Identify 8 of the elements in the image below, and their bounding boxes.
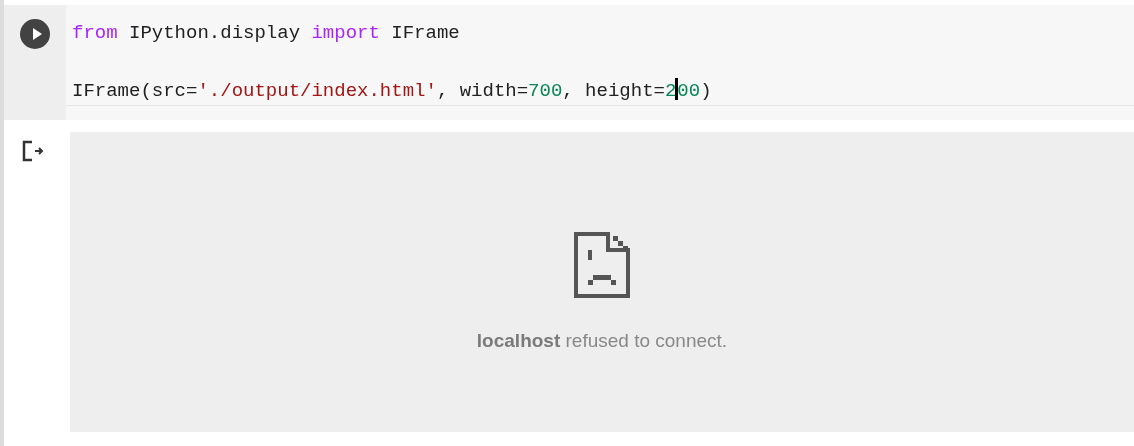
error-message: localhost refused to connect. bbox=[476, 330, 728, 352]
code-line: from IPython.display import IFrame bbox=[72, 21, 461, 45]
text-cursor bbox=[675, 78, 679, 100]
code-line: IFrame(src='./output/index.html', width=700, height=200) bbox=[72, 78, 713, 103]
run-button[interactable] bbox=[20, 19, 50, 49]
sad-document-icon bbox=[574, 232, 630, 298]
output-icon bbox=[22, 140, 46, 162]
code-editor[interactable]: from IPython.display import IFrame IFrame(src='./output/index.html', width=700, height=200) bbox=[66, 5, 1134, 106]
